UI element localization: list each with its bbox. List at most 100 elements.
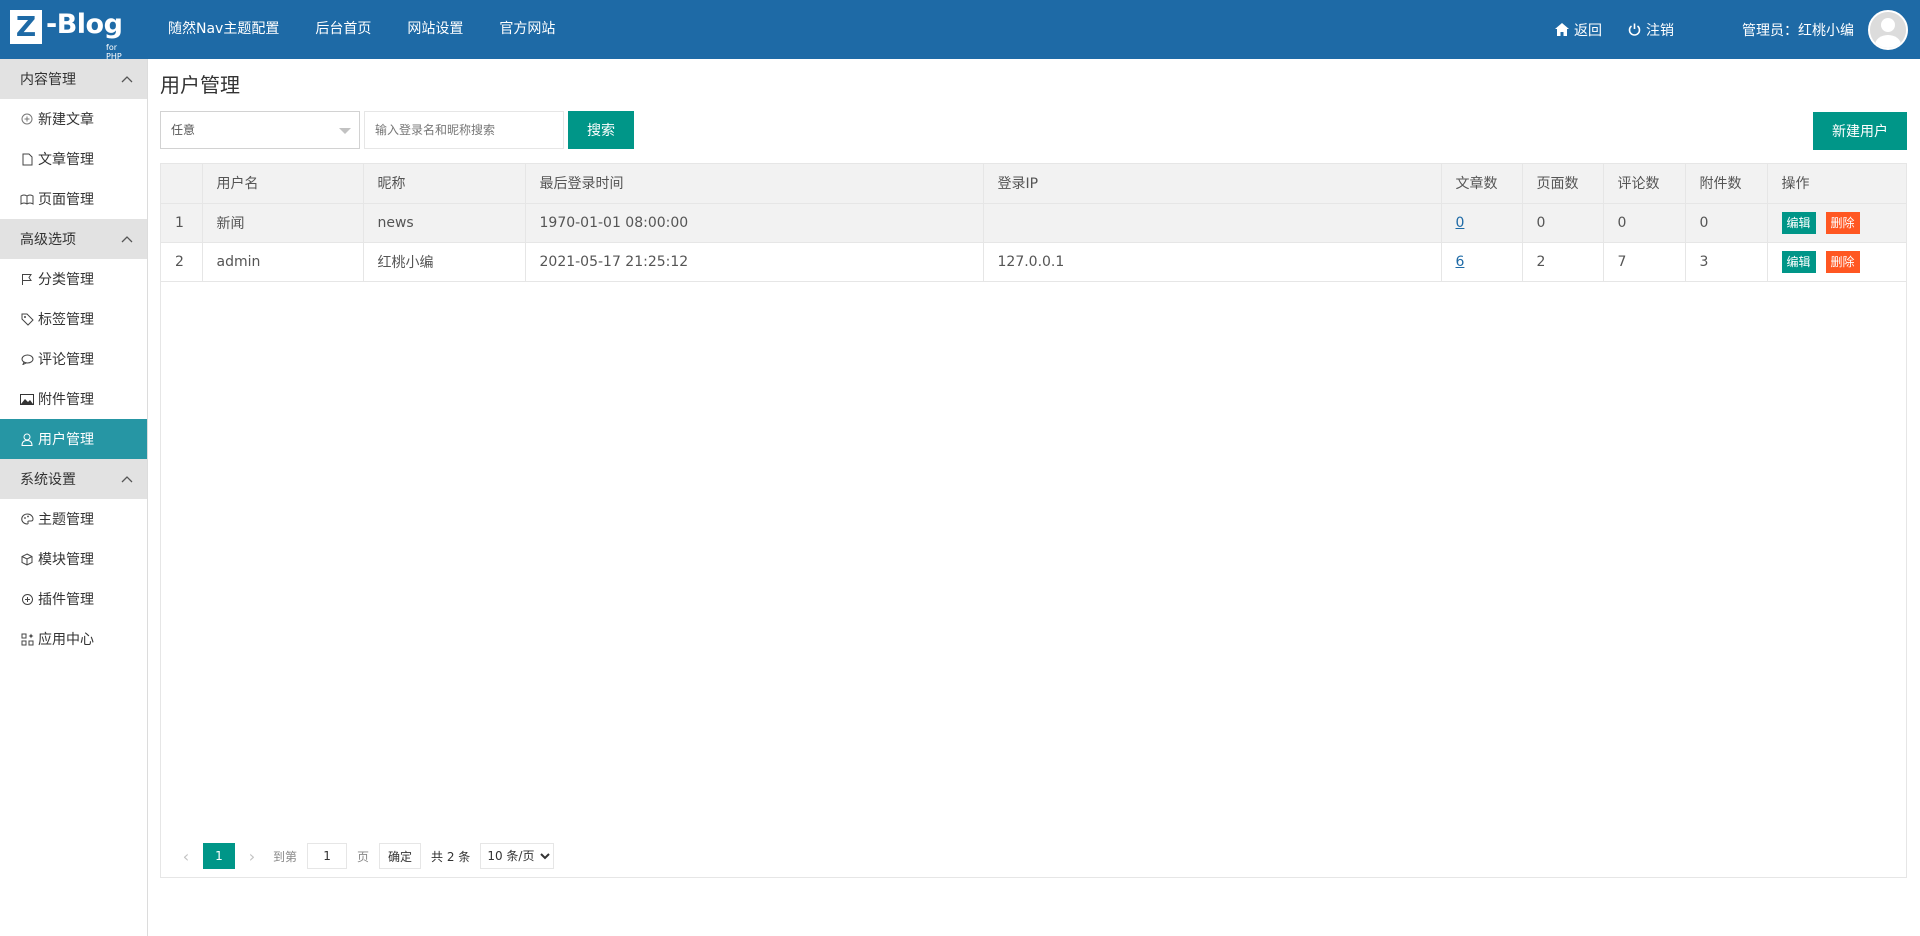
sidebar-group-content[interactable]: 内容管理 <box>0 59 147 99</box>
cell-pages: 2 <box>1522 242 1604 281</box>
sidebar-item-comments[interactable]: 评论管理 <box>0 339 147 379</box>
back-link[interactable]: 返回 <box>1555 20 1602 40</box>
tag-icon <box>20 312 34 326</box>
edit-button[interactable]: 编辑 <box>1781 211 1816 234</box>
power-icon <box>1628 23 1641 36</box>
comment-icon <box>20 352 34 366</box>
palette-icon <box>20 512 34 526</box>
next-page-icon[interactable]: › <box>241 847 263 866</box>
back-label: 返回 <box>1574 22 1602 39</box>
nav-dashboard[interactable]: 后台首页 <box>315 0 371 59</box>
delete-button[interactable]: 删除 <box>1825 250 1860 273</box>
col-header-actions: 操作 <box>1781 176 1810 193</box>
chevron-up-icon <box>121 235 133 242</box>
avatar[interactable] <box>1868 9 1908 50</box>
page-current[interactable]: 1 <box>203 843 235 869</box>
search-button[interactable]: 搜索 <box>568 111 634 149</box>
table-row: 1 新闻 news 1970-01-01 08:00:00 0 0 0 0 编辑… <box>161 203 1906 242</box>
logout-link[interactable]: 注销 <box>1628 20 1674 40</box>
chevron-up-icon <box>121 475 133 482</box>
sidebar-item-modules[interactable]: 模块管理 <box>0 539 147 579</box>
logout-label: 注销 <box>1646 22 1674 39</box>
total-count: 共 2 条 <box>431 849 471 864</box>
nav-theme-config[interactable]: 随然Nav主题配置 <box>168 0 279 59</box>
cell-attachments: 3 <box>1685 242 1768 281</box>
filter-select-value: 任意 <box>171 123 196 137</box>
page-number-input[interactable] <box>307 843 348 869</box>
col-header-last-login: 最后登录时间 <box>525 164 984 203</box>
sidebar-item-label: 评论管理 <box>38 352 94 368</box>
sidebar-item-new-article[interactable]: 新建文章 <box>0 99 147 139</box>
col-header-pages: 页面数 <box>1522 164 1604 203</box>
per-page-select[interactable]: 10 条/页 <box>480 843 555 869</box>
articles-count-link[interactable]: 0 <box>1456 215 1465 231</box>
main-content: 用户管理 任意 搜索 新建用户 用户名 昵称 最后登录时间 登录IP 文章数 页… <box>148 59 1920 936</box>
col-header-username: 用户名 <box>202 164 364 203</box>
sidebar-group-advanced[interactable]: 高级选项 <box>0 219 147 259</box>
top-header: Z -Blog for PHP 随然Nav主题配置 后台首页 网站设置 官方网站… <box>0 0 1920 61</box>
filter-select[interactable]: 任意 <box>160 111 360 149</box>
page-title: 用户管理 <box>160 73 240 97</box>
sidebar-item-label: 用户管理 <box>38 432 94 448</box>
prev-page-icon[interactable]: ‹ <box>175 847 197 866</box>
sidebar-item-articles[interactable]: 文章管理 <box>0 139 147 179</box>
sidebar-group-system[interactable]: 系统设置 <box>0 459 147 499</box>
sidebar-item-tags[interactable]: 标签管理 <box>0 299 147 339</box>
nav-official-site[interactable]: 官方网站 <box>499 0 555 59</box>
sidebar: 内容管理 新建文章 文章管理 页面管理 高级选项 分类管理 标签管理 评论管理 … <box>0 59 148 936</box>
delete-button[interactable]: 删除 <box>1825 211 1860 234</box>
sidebar-item-pages[interactable]: 页面管理 <box>0 179 147 219</box>
cell-ip <box>983 203 1442 242</box>
page-confirm-button[interactable]: 确定 <box>379 843 422 869</box>
col-header-attachments: 附件数 <box>1685 164 1768 203</box>
zblog-logo[interactable]: Z -Blog for PHP <box>10 9 123 61</box>
apps-icon <box>20 632 34 646</box>
cell-comments: 0 <box>1603 203 1686 242</box>
sidebar-item-label: 插件管理 <box>38 592 94 608</box>
users-table: 用户名 昵称 最后登录时间 登录IP 文章数 页面数 评论数 附件数 操作 1 … <box>161 164 1906 282</box>
caret-down-icon <box>339 128 351 134</box>
logo-mark: Z <box>10 10 42 44</box>
cell-username: 新闻 <box>202 203 364 242</box>
sidebar-group-label: 高级选项 <box>20 232 76 248</box>
cell-index: 2 <box>161 242 203 281</box>
pagination: ‹ 1 › 到第 页 确定 共 2 条 10 条/页 <box>175 843 555 869</box>
search-input[interactable] <box>364 111 564 149</box>
sidebar-item-label: 附件管理 <box>38 392 94 408</box>
nav-site-settings[interactable]: 网站设置 <box>407 0 463 59</box>
edit-button[interactable]: 编辑 <box>1781 250 1816 273</box>
home-icon <box>1555 23 1569 36</box>
sidebar-item-plugins[interactable]: 插件管理 <box>0 579 147 619</box>
new-user-button[interactable]: 新建用户 <box>1813 112 1907 150</box>
file-icon <box>20 152 34 166</box>
header-actions: 返回 注销 管理员：红桃小编 <box>1555 0 1920 59</box>
cell-last-login: 1970-01-01 08:00:00 <box>525 203 984 242</box>
sidebar-item-app-center[interactable]: 应用中心 <box>0 619 147 659</box>
page-unit-label: 页 <box>357 849 370 864</box>
image-icon <box>20 392 34 406</box>
cube-icon <box>20 552 34 566</box>
col-header-nickname: 昵称 <box>363 164 526 203</box>
col-header-articles: 文章数 <box>1441 164 1523 203</box>
sidebar-item-attachments[interactable]: 附件管理 <box>0 379 147 419</box>
plus-circle-icon <box>20 112 34 126</box>
sidebar-item-label: 模块管理 <box>38 552 94 568</box>
top-nav: 随然Nav主题配置 后台首页 网站设置 官方网站 <box>168 0 591 59</box>
cell-actions: 编辑 删除 <box>1767 203 1906 242</box>
cell-last-login: 2021-05-17 21:25:12 <box>525 242 984 281</box>
sidebar-item-categories[interactable]: 分类管理 <box>0 259 147 299</box>
col-header-index <box>161 164 203 203</box>
sidebar-item-themes[interactable]: 主题管理 <box>0 499 147 539</box>
goto-label: 到第 <box>273 849 298 864</box>
cell-attachments: 0 <box>1685 203 1768 242</box>
cell-index: 1 <box>161 203 203 242</box>
plugin-icon <box>20 592 34 606</box>
logo-text: -Blog <box>46 9 123 40</box>
cell-articles: 0 <box>1441 203 1523 242</box>
cell-username: admin <box>202 242 364 281</box>
table-header-row: 用户名 昵称 最后登录时间 登录IP 文章数 页面数 评论数 附件数 操作 <box>161 164 1906 203</box>
sidebar-item-users[interactable]: 用户管理 <box>0 419 147 459</box>
sidebar-item-label: 应用中心 <box>38 632 94 648</box>
flag-icon <box>20 272 34 286</box>
articles-count-link[interactable]: 6 <box>1456 254 1465 270</box>
